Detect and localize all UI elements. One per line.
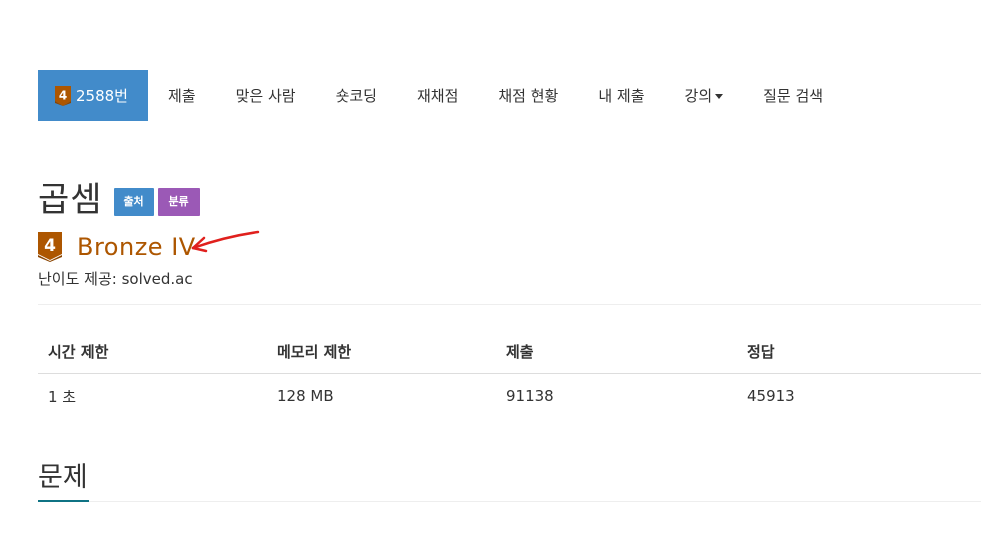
- bronze-tier-icon: 4: [55, 85, 71, 106]
- table-row: 1 초 128 MB 91138 45913: [38, 374, 981, 419]
- nav-lectures-label: 강의: [684, 87, 713, 105]
- difficulty-credit: 난이도 제공: solved.ac: [38, 270, 193, 288]
- caret-down-icon: [715, 94, 724, 99]
- header-time-limit: 시간 제한: [38, 330, 267, 374]
- bronze-tier-icon: 4: [38, 232, 62, 262]
- header-accepted: 정답: [737, 330, 981, 374]
- annotation-arrow-icon: [191, 230, 260, 253]
- accepted-value: 45913: [747, 387, 795, 405]
- nav-problem-number-label: 2588번: [76, 87, 128, 105]
- category-label[interactable]: 분류: [157, 187, 200, 216]
- nav-question-search[interactable]: 질문 검색: [743, 70, 843, 121]
- time-limit-value: 1 초: [48, 387, 77, 406]
- tier-name[interactable]: Bronze IV: [77, 233, 196, 261]
- memory-limit-value: 128 MB: [277, 387, 334, 405]
- nav-submit[interactable]: 제출: [148, 70, 216, 121]
- section-divider: [38, 501, 981, 502]
- svg-text:4: 4: [44, 236, 56, 256]
- nav-problem-number[interactable]: 4 2588번: [38, 70, 148, 121]
- problem-title-row: 곱셈 출처 분류: [38, 172, 200, 221]
- svg-text:4: 4: [59, 88, 67, 102]
- divider: [38, 304, 981, 305]
- table-header-row: 시간 제한 메모리 제한 제출 정답: [38, 330, 981, 374]
- nav-status[interactable]: 채점 현황: [478, 70, 578, 121]
- nav-accepted-users[interactable]: 맞은 사람: [216, 70, 316, 121]
- tier-row: 4 Bronze IV: [38, 232, 196, 262]
- source-label[interactable]: 출처: [113, 187, 154, 216]
- problem-info-table: 시간 제한 메모리 제한 제출 정답 1 초 128 MB 91138 4591…: [38, 330, 981, 418]
- nav-my-submissions[interactable]: 내 제출: [578, 70, 664, 121]
- problem-section-heading: 문제: [38, 462, 88, 493]
- header-memory-limit: 메모리 제한: [267, 330, 496, 374]
- submissions-value: 91138: [506, 387, 554, 405]
- problem-nav: 4 2588번 제출 맞은 사람 숏코딩 재채점 채점 현황 내 제출 강의 질…: [38, 70, 843, 121]
- section-accent-underline: [38, 500, 89, 502]
- header-submissions: 제출: [496, 330, 737, 374]
- page-title: 곱셈: [38, 180, 103, 220]
- nav-short-coding[interactable]: 숏코딩: [316, 70, 397, 121]
- nav-rejudge[interactable]: 재채점: [397, 70, 478, 121]
- nav-lectures-dropdown[interactable]: 강의: [665, 70, 744, 121]
